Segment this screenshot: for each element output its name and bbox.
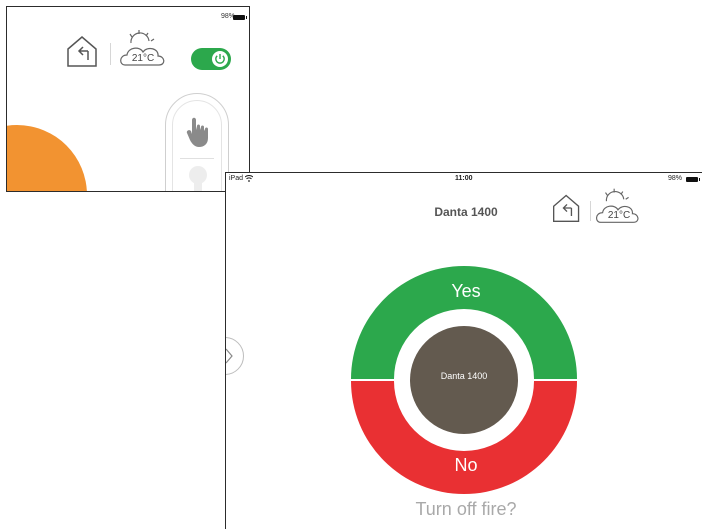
lightbulb-icon[interactable] bbox=[186, 164, 210, 192]
mode-selector[interactable] bbox=[165, 93, 229, 192]
power-toggle[interactable] bbox=[191, 48, 231, 70]
home-arrow-icon[interactable] bbox=[65, 33, 101, 69]
temperature-readout: 21°C bbox=[131, 53, 155, 64]
battery-icon bbox=[233, 15, 247, 20]
main-screen: iPad 11:00 98% Danta 1400 21°C Yes No Da… bbox=[225, 172, 702, 529]
background-screen: 98% 21°C bbox=[6, 6, 250, 192]
prompt-question: Turn off fire? bbox=[415, 499, 517, 519]
separator bbox=[180, 158, 214, 159]
orange-dial-segment[interactable] bbox=[7, 125, 87, 191]
device-label: Danta 1400 bbox=[440, 371, 488, 381]
no-label[interactable]: No bbox=[416, 455, 516, 476]
yes-label[interactable]: Yes bbox=[416, 281, 516, 302]
divider bbox=[110, 43, 111, 65]
hand-pointer-icon[interactable] bbox=[186, 116, 210, 148]
power-icon bbox=[215, 54, 225, 64]
toggle-knob bbox=[212, 51, 228, 67]
